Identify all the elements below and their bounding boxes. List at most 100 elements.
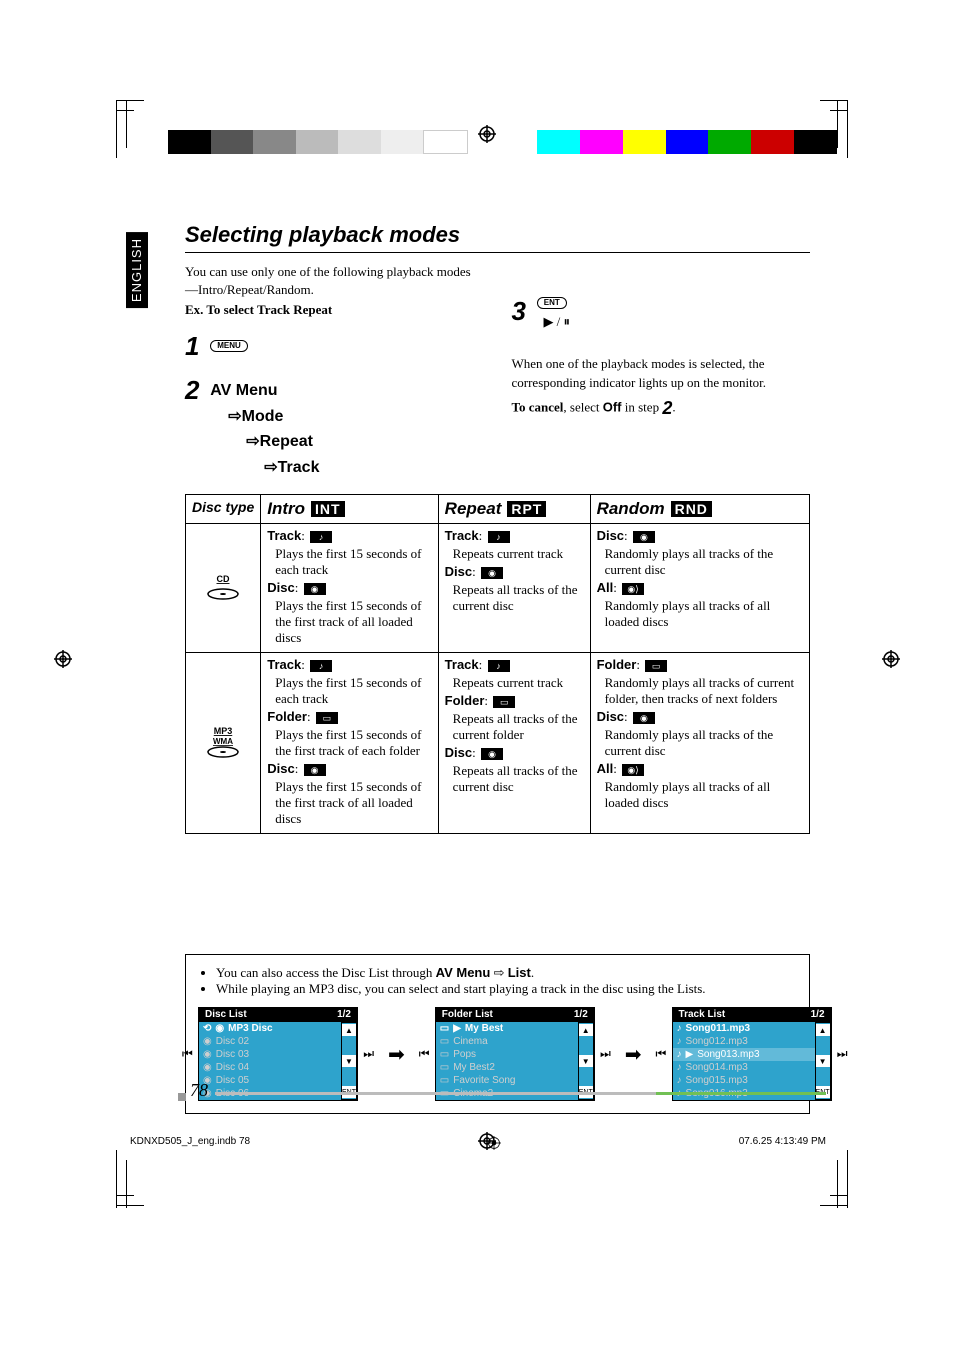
next-icon[interactable]: ⏭ xyxy=(363,1047,374,1062)
list-item[interactable]: My Best2 xyxy=(453,1062,495,1073)
mp3-repeat-folder-desc: Repeats all tracks of the current folder xyxy=(445,711,584,743)
list-item[interactable]: Song012.mp3 xyxy=(686,1036,748,1047)
list-item[interactable]: Favorite Song xyxy=(453,1075,515,1086)
play-pause-icon: ▶ / ⏸ xyxy=(537,313,577,331)
lists-note-box: You can also access the Disc List throug… xyxy=(185,954,810,1114)
scroll-column[interactable]: ▲ ▼ ENT xyxy=(578,1022,594,1100)
mp3-repeat-disc-key: Disc xyxy=(445,745,472,760)
list-item[interactable]: Cinema xyxy=(453,1036,487,1047)
folder-list-page: 1/2 xyxy=(574,1009,588,1020)
scroll-down-icon[interactable]: ▼ xyxy=(816,1055,830,1067)
list-item[interactable]: Disc 04 xyxy=(216,1062,249,1073)
prev-icon[interactable]: ⏮ xyxy=(182,1047,193,1062)
list-item[interactable]: Disc 03 xyxy=(216,1049,249,1060)
step-3-number: 3 xyxy=(512,293,534,329)
track-list-panel[interactable]: ⏮ ⏭ Track List1/2 ♪Song011.mp3 ♪Song012.… xyxy=(672,1007,832,1101)
folder-icon: ▭ xyxy=(440,1036,449,1047)
mp3-random-all-desc: Randomly plays all tracks of all loaded … xyxy=(597,779,803,811)
disc-list-page: 1/2 xyxy=(337,1009,351,1020)
note-line-1a: You can also access the Disc List throug… xyxy=(216,965,436,980)
all-icon: ◉⟩ xyxy=(622,583,644,595)
list-item[interactable]: Disc 02 xyxy=(216,1036,249,1047)
next-icon[interactable]: ⏭ xyxy=(837,1047,848,1062)
prev-icon[interactable]: ⏮ xyxy=(656,1047,667,1062)
cd-random-disc-desc: Randomly plays all tracks of the current… xyxy=(597,546,803,578)
disc-list-panel[interactable]: ⏮ ⏭ Disc List1/2 ⟲◉MP3 Disc ◉Disc 02 ◉Di… xyxy=(198,1007,358,1101)
track-list-title: Track List xyxy=(679,1009,726,1020)
arrow-right-icon: ➡ xyxy=(625,1042,642,1067)
mp3-random-folder-desc: Randomly plays all tracks of current fol… xyxy=(597,675,803,707)
mp3-intro-disc-key: Disc xyxy=(267,761,294,776)
list-item[interactable]: Song015.mp3 xyxy=(686,1075,748,1086)
mp3-disc-icon: MP3 WMA xyxy=(192,724,254,763)
arrow-icon: ⇨ xyxy=(246,433,259,450)
track-icon: ♪ xyxy=(488,660,510,672)
footer-right: 07.6.25 4:13:49 PM xyxy=(739,1136,826,1150)
scroll-column[interactable]: ▲ ▼ ENT xyxy=(341,1022,357,1100)
scroll-down-icon[interactable]: ▼ xyxy=(579,1055,593,1067)
intro-indicator-icon: INT xyxy=(311,501,345,517)
scroll-up-icon[interactable]: ▲ xyxy=(342,1024,356,1036)
track-list-page: 1/2 xyxy=(811,1009,825,1020)
menu-button[interactable]: MENU xyxy=(210,340,248,352)
disc-icon: ◉ xyxy=(481,567,503,579)
menu-path-avmenu: AV Menu xyxy=(210,382,277,399)
note-icon: ♪ xyxy=(677,1036,682,1047)
ent-button[interactable]: ENT xyxy=(537,297,567,309)
arrow-right-icon: ➡ xyxy=(388,1042,405,1067)
menu-path-repeat: Repeat xyxy=(260,433,313,450)
list-item[interactable]: MP3 Disc xyxy=(228,1023,272,1034)
cancel-text-1: , select xyxy=(563,399,602,414)
cancel-step-num: 2 xyxy=(662,396,672,421)
svg-text:MP3: MP3 xyxy=(214,726,233,736)
cd-repeat-disc-key: Disc xyxy=(445,564,472,579)
mp3-intro-folder-desc: Plays the first 15 seconds of the first … xyxy=(267,727,431,759)
cancel-label: To cancel xyxy=(512,399,564,414)
list-item[interactable]: Pops xyxy=(453,1049,476,1060)
disc-icon: ◉ xyxy=(304,583,326,595)
disc-icon: ◉ xyxy=(203,1062,212,1073)
scroll-column[interactable]: ▲ ▼ ENT xyxy=(815,1022,831,1100)
mp3-repeat-folder-key: Folder xyxy=(445,693,485,708)
folder-list-title: Folder List xyxy=(442,1009,493,1020)
svg-text:CD: CD xyxy=(217,574,230,584)
list-item[interactable]: Song013.mp3 xyxy=(697,1049,759,1060)
mp3-intro-track-desc: Plays the first 15 seconds of each track xyxy=(267,675,431,707)
scroll-down-icon[interactable]: ▼ xyxy=(342,1055,356,1067)
disc-icon: ◉ xyxy=(633,712,655,724)
list-item[interactable]: Disc 05 xyxy=(216,1075,249,1086)
color-bar-right xyxy=(537,130,837,154)
mp3-random-disc-desc: Randomly plays all tracks of the current… xyxy=(597,727,803,759)
disc-icon: ◉ xyxy=(304,764,326,776)
arrow-icon: ⇨ xyxy=(228,408,241,425)
track-icon: ♪ xyxy=(488,531,510,543)
cancel-text-2: in step xyxy=(622,399,663,414)
col-intro: IntroINT xyxy=(261,495,438,524)
color-bar-left xyxy=(168,130,468,154)
mp3-repeat-track-desc: Repeats current track xyxy=(445,675,584,691)
list-item[interactable]: Song011.mp3 xyxy=(686,1023,750,1034)
menu-path-mode: Mode xyxy=(242,408,284,425)
cd-intro-disc-desc: Plays the first 15 seconds of the first … xyxy=(267,598,431,646)
list-item[interactable]: Song014.mp3 xyxy=(686,1062,748,1073)
list-item[interactable]: My Best xyxy=(465,1023,503,1034)
svg-text:WMA: WMA xyxy=(213,737,233,746)
col-random: RandomRND xyxy=(590,495,809,524)
mp3-intro-track-key: Track xyxy=(267,657,301,672)
menu-path-track: Track xyxy=(278,459,320,476)
footer-reg-icon xyxy=(487,1136,501,1150)
page-number-bar xyxy=(215,1092,826,1095)
scroll-up-icon[interactable]: ▲ xyxy=(579,1024,593,1036)
note-icon: ♪ xyxy=(677,1023,682,1034)
folder-icon: ▭ xyxy=(440,1023,449,1034)
page-number: 78 xyxy=(190,1080,208,1101)
mp3-intro-folder-key: Folder xyxy=(267,709,307,724)
random-indicator-icon: RND xyxy=(671,501,712,517)
folder-list-panel[interactable]: ⏮ ⏭ Folder List1/2 ▭▶My Best ▭Cinema ▭Po… xyxy=(435,1007,595,1101)
track-icon: ♪ xyxy=(310,660,332,672)
prev-icon[interactable]: ⏮ xyxy=(419,1047,430,1062)
language-tab: ENGLISH xyxy=(126,232,148,308)
scroll-up-icon[interactable]: ▲ xyxy=(816,1024,830,1036)
footer-left: KDNXD505_J_eng.indb 78 xyxy=(130,1136,250,1150)
next-icon[interactable]: ⏭ xyxy=(600,1047,611,1062)
